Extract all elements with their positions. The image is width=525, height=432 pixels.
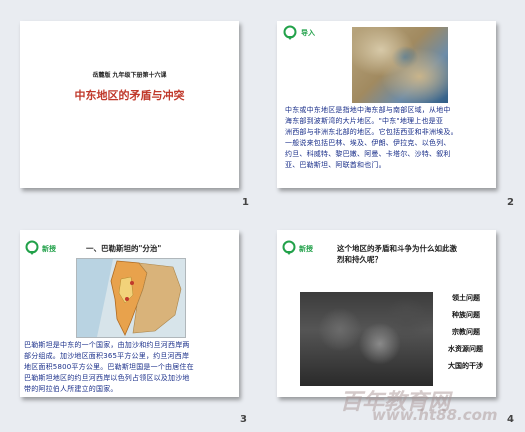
- slide-3-canvas: 新授 一、巴勒斯坦的"分治" 巴勒斯坦是中东的一个国家，由加沙和约旦河西岸两 部…: [20, 230, 239, 397]
- slide-number-1: 1: [242, 197, 249, 208]
- question-line: 这个地区的矛盾和斗争为什么如此激: [337, 244, 457, 253]
- body-line: 海东部到波斯湾的大片地区。"中东"地理上也是亚: [285, 117, 444, 125]
- question-line: 烈和持久呢？: [337, 255, 382, 264]
- topic-item: 大国的干涉: [448, 362, 483, 370]
- body-line: 中东或中东地区是指地中海东部与南部区域，从地中: [285, 106, 451, 114]
- slide-1-canvas: 岳麓版 九年级下册第十六课 中东地区的矛盾与冲突: [20, 21, 239, 188]
- slide-4-canvas: 新授 这个地区的矛盾和斗争为什么如此激 烈和持久呢？ 领土问题 种族问题 宗教问…: [277, 230, 496, 397]
- slide-3-body: 巴勒斯坦是中东的一个国家，由加沙和约旦河西岸两 部分组成。加沙地区面积365平方…: [24, 340, 238, 395]
- slide-4-question: 这个地区的矛盾和斗争为什么如此激 烈和持久呢？: [337, 243, 457, 265]
- slide-3-heading: 一、巴勒斯坦的"分治": [86, 244, 162, 253]
- body-line: 约旦、科威特、黎巴嫩、阿曼、卡塔尔、沙特、叙利: [285, 150, 451, 158]
- slide-number-3: 3: [240, 414, 247, 425]
- topic-item: 种族问题: [452, 311, 480, 319]
- watermark-url: www.ht88.com: [372, 406, 498, 424]
- body-line: 巴勒斯坦是中东的一个国家，由加沙和约旦河西岸两: [24, 341, 190, 349]
- palestine-partition-map: [76, 258, 186, 338]
- conflict-photo: [300, 292, 433, 386]
- body-line: 地区面积5800平方公里。巴勒斯坦国是一个由居住在: [24, 363, 194, 371]
- slide-number-4: 4: [507, 414, 514, 425]
- topic-item: 水资源问题: [448, 345, 483, 353]
- body-line: 巴勒斯坦地区的约旦河西岸以色列占领区以及加沙地: [24, 374, 190, 382]
- partition-map-graphic: [77, 259, 185, 337]
- slide-4-section-label: 新授: [299, 245, 313, 253]
- body-line: 亚、巴勒斯坦、阿联酋和也门。: [285, 161, 386, 169]
- slide-number-2: 2: [507, 197, 514, 208]
- slide-1-subtitle: 岳麓版 九年级下册第十六课: [92, 72, 167, 79]
- slide-1-title: 中东地区的矛盾与冲突: [74, 89, 185, 102]
- green-pin-icon: [282, 240, 296, 255]
- slide-2-body: 中东或中东地区是指地中海东部与南部区域，从地中 海东部到波斯湾的大片地区。"中东…: [285, 105, 496, 171]
- topic-item: 宗教问题: [452, 328, 480, 336]
- body-line: 带的阿拉伯人所建立的国家。: [24, 385, 118, 393]
- body-line: 部分组成。加沙地区面积365平方公里，约旦河西岸: [24, 352, 190, 360]
- slide-2-canvas: 导入 中东或中东地区是指地中海东部与南部区域，从地中 海东部到波斯湾的大片地区。…: [277, 21, 496, 188]
- green-pin-icon: [25, 240, 39, 255]
- body-line: 一般说来包括巴林、埃及、伊朗、伊拉克、以色列、: [285, 139, 451, 147]
- middle-east-satellite-map: [352, 27, 448, 103]
- slide-3-section-label: 新授: [42, 245, 56, 253]
- green-pin-icon: [283, 25, 297, 40]
- topic-item: 领土问题: [452, 294, 480, 302]
- slide-2-section-label: 导入: [301, 29, 315, 37]
- body-line: 洲西部与非洲东北部的地区。它包括西亚和非洲埃及。: [285, 128, 458, 136]
